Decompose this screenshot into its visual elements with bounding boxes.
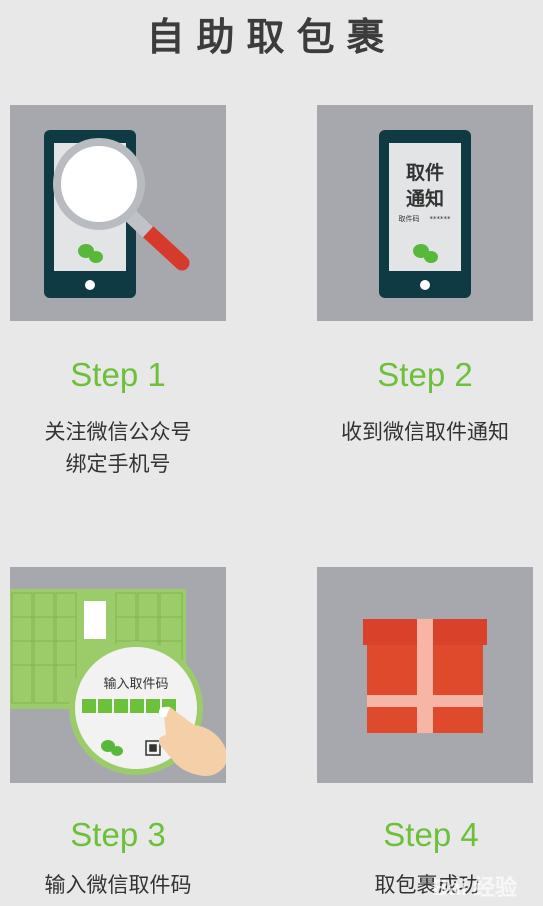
notice-title-line1: 取件 bbox=[406, 161, 444, 184]
watermark-logo: Bai 经验 bbox=[432, 875, 517, 900]
gift-ribbon-horizontal bbox=[367, 695, 483, 707]
locker-prompt: 输入取件码 bbox=[103, 676, 168, 692]
notice-title-line2: 通知 bbox=[406, 187, 444, 210]
phone-home-button bbox=[420, 280, 430, 290]
step2-desc-line1: 收到微信取件通知 bbox=[341, 420, 509, 444]
notice-code-label: 取件码 bbox=[399, 214, 420, 223]
step3-desc-line1: 输入微信取件码 bbox=[44, 873, 192, 897]
step4-label: Step 4 bbox=[383, 816, 479, 853]
step2-description: 收到微信取件通知 bbox=[295, 416, 543, 448]
step1-description: 关注微信公众号 绑定手机号 bbox=[0, 416, 248, 480]
gift-ribbon-vertical bbox=[417, 619, 433, 733]
step1-desc-line2: 绑定手机号 bbox=[65, 452, 171, 476]
step4-illustration bbox=[317, 567, 533, 783]
step2-illustration: 取件 通知 取件码 ****** bbox=[317, 105, 533, 321]
step1-desc-line1: 关注微信公众号 bbox=[44, 420, 192, 444]
step3-illustration: 输入取件码 bbox=[10, 567, 226, 783]
locker-screen-panel bbox=[84, 601, 106, 639]
page-title: 自助取包裹 bbox=[146, 15, 397, 59]
step2-label: Step 2 bbox=[377, 356, 473, 393]
phone-home-button bbox=[85, 280, 95, 290]
step1-illustration bbox=[10, 105, 226, 321]
step1-label: Step 1 bbox=[70, 356, 166, 393]
step3-label: Step 3 bbox=[70, 816, 166, 853]
step3-description: 输入微信取件码 bbox=[0, 869, 248, 901]
notice-code-mask: ****** bbox=[430, 215, 452, 223]
